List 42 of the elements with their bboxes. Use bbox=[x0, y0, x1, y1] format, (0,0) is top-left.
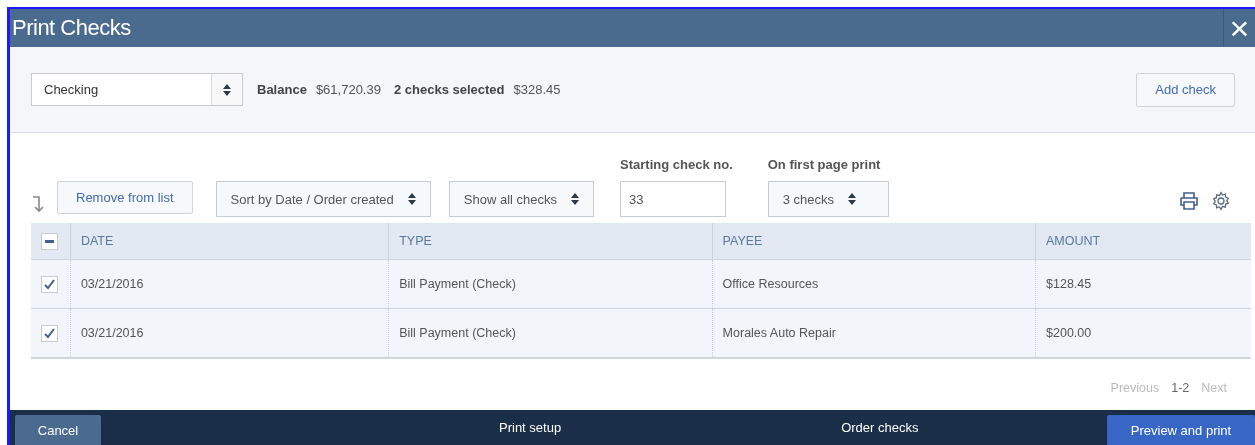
column-header: AMOUNT bbox=[1035, 223, 1251, 260]
table-cell: Office Resources bbox=[722, 277, 819, 291]
table-cell: Bill Payment (Check) bbox=[399, 277, 516, 291]
column-header: PAYEE bbox=[712, 223, 1036, 260]
row-checkbox[interactable] bbox=[41, 324, 58, 342]
sort-arrow-icon[interactable] bbox=[31, 195, 45, 213]
window-title: Print Checks bbox=[11, 15, 131, 41]
starting-check-label: Starting check no. bbox=[620, 157, 733, 172]
account-dropdown[interactable]: Checking bbox=[31, 73, 243, 106]
table-cell: 03/21/2016 bbox=[80, 277, 144, 291]
page-range: 1-2 bbox=[1171, 381, 1190, 397]
updown-icon bbox=[848, 193, 857, 205]
order-checks-button[interactable]: Order checks bbox=[835, 412, 925, 443]
first-page-label: On first page print bbox=[767, 157, 882, 172]
print-icon[interactable] bbox=[1179, 191, 1199, 211]
select-all-checkbox[interactable] bbox=[41, 232, 58, 250]
table-cell: $128.45 bbox=[1046, 277, 1092, 291]
table-cell: Bill Payment (Check) bbox=[399, 326, 516, 340]
selected-total: $328.45 bbox=[513, 82, 561, 97]
sort-dropdown[interactable]: Sort by Date / Order created bbox=[215, 181, 431, 217]
settings-icon[interactable] bbox=[1211, 191, 1231, 211]
checks-per-page-dropdown[interactable]: 3 checks bbox=[767, 181, 889, 217]
filter-dropdown[interactable]: Show all checks bbox=[448, 181, 595, 217]
row-checkbox[interactable] bbox=[41, 275, 58, 293]
cancel-button[interactable]: Cancel bbox=[15, 415, 101, 445]
preview-and-print-button[interactable]: Preview and print bbox=[1107, 415, 1255, 445]
updown-icon bbox=[407, 193, 416, 205]
remove-from-list-button[interactable]: Remove from list bbox=[57, 181, 193, 214]
selected-label: 2 checks selected bbox=[393, 82, 505, 97]
column-header: TYPE bbox=[388, 223, 713, 260]
table-cell: Morales Auto Repair bbox=[722, 326, 836, 340]
minus-icon bbox=[45, 239, 54, 243]
balance-label: Balance bbox=[257, 82, 307, 97]
updown-icon bbox=[223, 83, 231, 96]
table-cell: 03/21/2016 bbox=[80, 326, 144, 340]
add-check-button[interactable]: Add check bbox=[1136, 72, 1235, 107]
balance-value: $61,720.39 bbox=[315, 82, 381, 97]
column-header: DATE bbox=[70, 223, 389, 260]
print-setup-button[interactable]: Print setup bbox=[493, 412, 568, 443]
starting-check-field[interactable]: 33 bbox=[620, 181, 727, 217]
table-cell: $200.00 bbox=[1046, 326, 1092, 340]
updown-icon bbox=[571, 193, 580, 205]
